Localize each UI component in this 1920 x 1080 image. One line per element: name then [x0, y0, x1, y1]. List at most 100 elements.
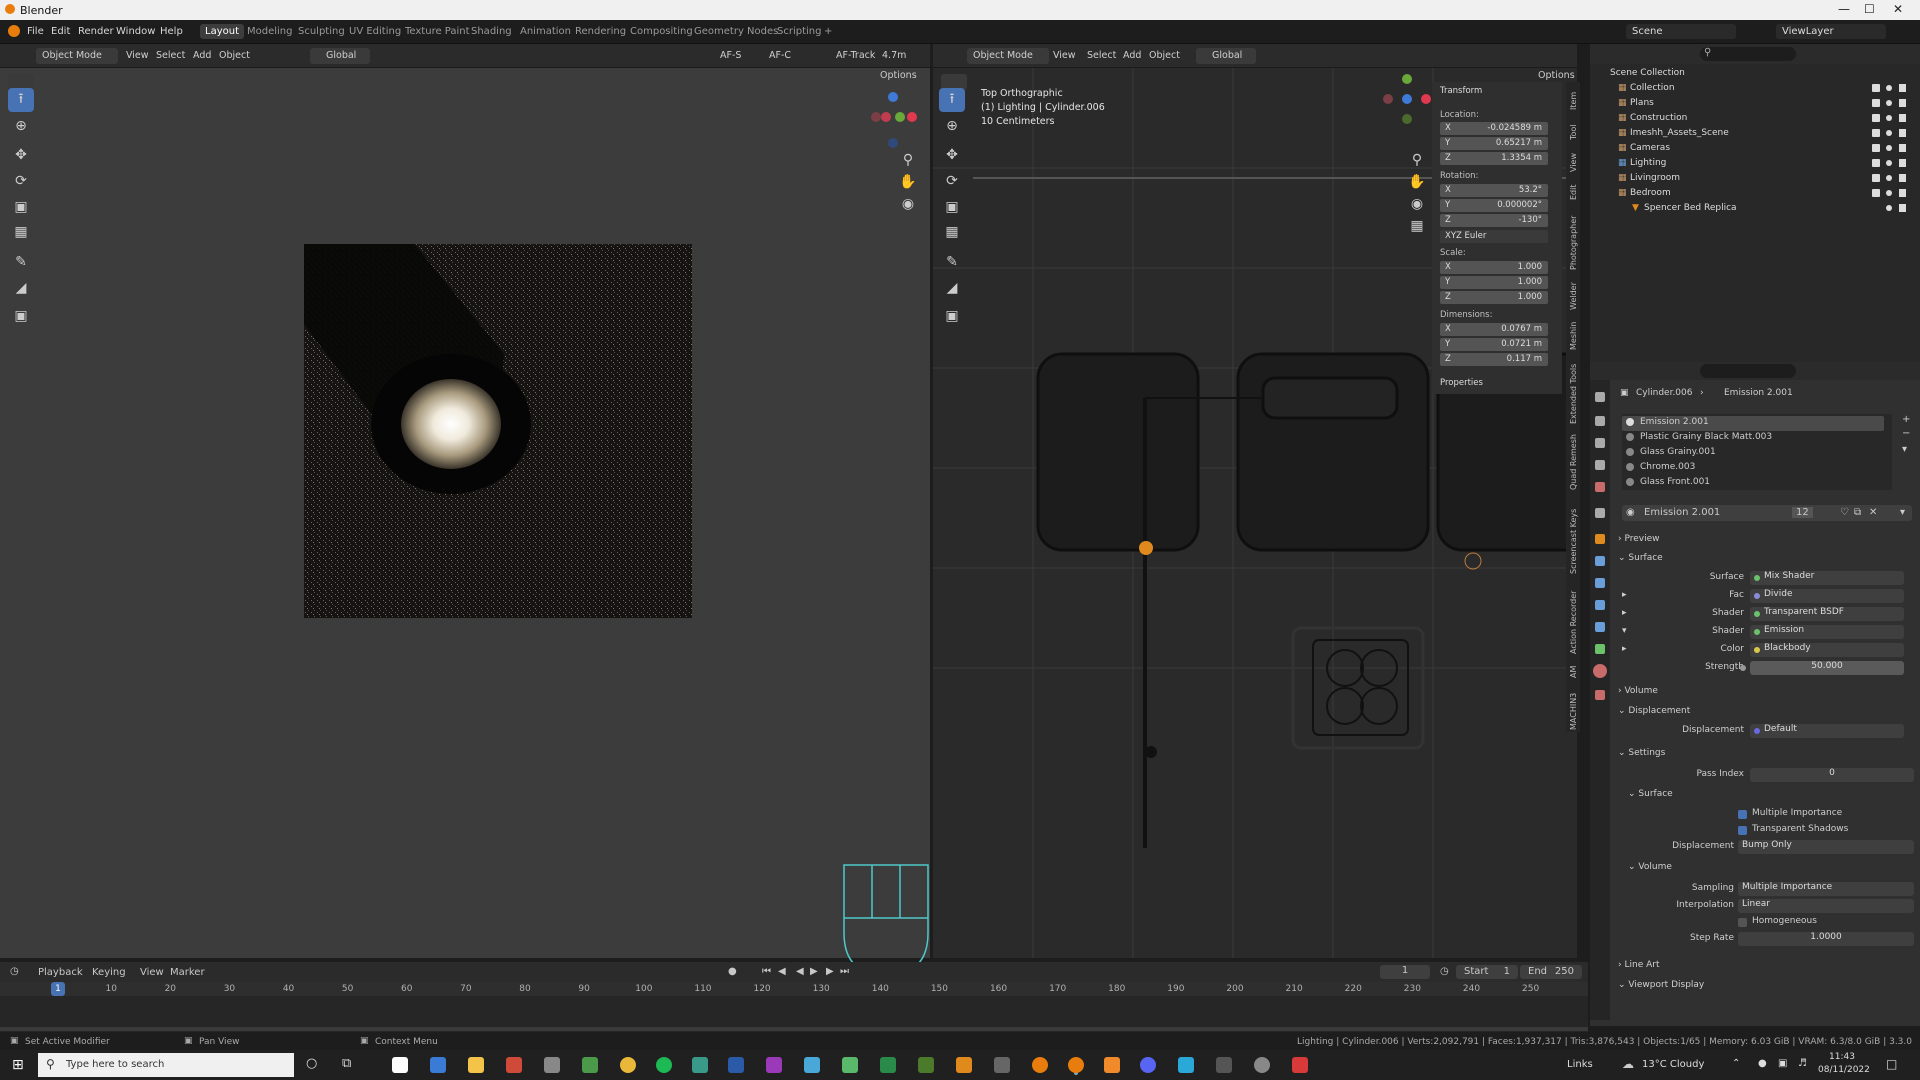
material-slot-4[interactable]: Glass Front.001	[1622, 476, 1884, 491]
gizmo-y-icon[interactable]	[895, 112, 905, 122]
tab-uv-editing[interactable]: UV Editing	[349, 26, 401, 37]
rotate-icon[interactable]: ⟳	[8, 169, 34, 193]
right-gizmo-y-icon[interactable]	[1402, 74, 1412, 84]
outliner-row-livingroom[interactable]: ▦ Livingroom	[1590, 171, 1920, 186]
network-icon[interactable]: ▣	[1778, 1058, 1787, 1069]
add-slot-icon[interactable]: +	[1902, 414, 1910, 425]
right-gizmo-x-neg-icon[interactable]	[1383, 94, 1393, 104]
outliner-row-lighting[interactable]: ▦ Lighting	[1590, 156, 1920, 171]
remove-slot-icon[interactable]: −	[1902, 428, 1910, 439]
material-name-field[interactable]: Emission 2.001	[1644, 507, 1720, 518]
cortana-icon[interactable]: ○	[306, 1056, 317, 1071]
outliner-row-bedroom[interactable]: ▦ Bedroom	[1590, 186, 1920, 201]
outliner-row-collection[interactable]: ▦ Collection	[1590, 81, 1920, 96]
tab-geometry-nodes[interactable]: Geometry Nodes	[694, 26, 778, 37]
scene-tab-icon[interactable]	[1595, 482, 1605, 492]
material-users-count[interactable]: 12	[1792, 507, 1813, 518]
store-app-icon[interactable]	[430, 1057, 446, 1073]
gizmo-z-neg-icon[interactable]	[888, 138, 898, 148]
taskbar-links[interactable]: Links	[1567, 1059, 1593, 1070]
af-s-toggle[interactable]: AF-S	[720, 50, 741, 61]
material-slot-list[interactable]: Emission 2.001 Plastic Grainy Black Matt…	[1622, 414, 1892, 490]
outliner-row-imeshh-assets[interactable]: ▦ Imeshh_Assets_Scene	[1590, 126, 1920, 141]
browse-material-icon[interactable]: ▾	[1900, 507, 1905, 518]
left-options-button[interactable]: Options	[880, 70, 917, 81]
displacement-panel-header[interactable]: ⌄ Displacement	[1618, 706, 1690, 716]
texture-tab-icon[interactable]	[1595, 690, 1605, 700]
play-icon[interactable]: ▶	[810, 966, 818, 977]
scale-y-field[interactable]: Y 1.000	[1440, 276, 1548, 289]
right-rotate-icon[interactable]: ⟳	[939, 169, 965, 193]
right-add-cube-icon[interactable]: ▣	[939, 304, 965, 328]
right-mode-dropdown[interactable]: Object Mode	[967, 48, 1049, 64]
outliner-visibility-toggles[interactable]	[1872, 82, 1912, 214]
color-expand-icon[interactable]: ▸	[1622, 644, 1627, 659]
stopwatch-icon[interactable]: ◷	[1440, 966, 1449, 977]
shader1-field[interactable]: Transparent BSDF	[1750, 607, 1904, 621]
right-measure-icon[interactable]: ◢	[939, 276, 965, 300]
app-icon-16[interactable]	[956, 1057, 972, 1073]
dimensions-x-field[interactable]: X 0.0767 m	[1440, 323, 1548, 336]
right-transform-icon[interactable]: ▦	[939, 220, 965, 244]
surface-panel-header[interactable]: ⌄ Surface	[1618, 553, 1663, 563]
transform-icon[interactable]: ▦	[8, 220, 34, 244]
chrome-icon[interactable]	[620, 1057, 636, 1073]
calculator-icon[interactable]	[582, 1057, 598, 1073]
gizmo-x-neg-icon[interactable]	[881, 112, 891, 122]
acrobat-icon[interactable]	[1292, 1057, 1308, 1073]
end-frame-field[interactable]: End 250	[1520, 965, 1582, 979]
line-art-panel-header[interactable]: › Line Art	[1618, 960, 1659, 970]
af-c-toggle[interactable]: AF-C	[769, 50, 791, 61]
gizmo-z-icon[interactable]	[888, 92, 898, 102]
right-camera-view-icon[interactable]: ◉	[1407, 194, 1427, 214]
right-gizmo-y-neg-icon[interactable]	[1402, 114, 1412, 124]
spotify-icon[interactable]	[656, 1057, 672, 1073]
jump-start-icon[interactable]: ⏮	[762, 966, 771, 977]
right-options-button[interactable]: Options	[1538, 70, 1575, 81]
visibility-eye-icons[interactable]	[1872, 82, 1912, 214]
menu-window[interactable]: Window	[116, 26, 155, 37]
file-explorer-icon[interactable]	[468, 1057, 484, 1073]
right-orientation-dropdown[interactable]: Global	[1196, 48, 1256, 64]
tab-sculpting[interactable]: Sculpting	[298, 26, 345, 37]
displacement-field[interactable]: Default	[1750, 724, 1904, 738]
step-rate-field[interactable]: 1.0000	[1738, 932, 1914, 946]
cursor-icon[interactable]: ⊕	[8, 114, 34, 138]
notion-app-icon[interactable]	[392, 1057, 408, 1073]
gizmo-x-icon[interactable]	[907, 112, 917, 122]
interpolation-dropdown[interactable]: Linear	[1738, 899, 1914, 913]
tab-scripting[interactable]: Scripting	[777, 26, 821, 37]
right-navigation-gizmo[interactable]	[1383, 74, 1433, 134]
app-icon-13[interactable]	[842, 1057, 858, 1073]
settings-surface-header[interactable]: ⌄ Surface	[1628, 789, 1673, 799]
color-field[interactable]: Blackbody	[1750, 643, 1904, 657]
tab-rendering[interactable]: Rendering	[575, 26, 626, 37]
app-icon-9[interactable]	[692, 1057, 708, 1073]
tab-compositing[interactable]: Compositing	[630, 26, 693, 37]
maximize-icon[interactable]: ☐	[1864, 2, 1875, 16]
affinity-icon[interactable]	[766, 1057, 782, 1073]
windows-start-icon[interactable]: ⊞	[12, 1057, 24, 1073]
location-z-field[interactable]: Z 1.3354 m	[1440, 152, 1548, 165]
menu-edit[interactable]: Edit	[51, 26, 70, 37]
timeline-menu-marker[interactable]: Marker	[170, 967, 205, 978]
fac-expand-icon[interactable]: ▸	[1622, 590, 1627, 605]
properties-subpanel[interactable]: Properties	[1440, 378, 1483, 388]
fake-user-icon[interactable]: ♡	[1840, 507, 1849, 518]
pass-index-field[interactable]: 0	[1750, 768, 1914, 782]
scale-z-field[interactable]: Z 1.000	[1440, 291, 1548, 304]
app-icon-12[interactable]	[804, 1057, 820, 1073]
shader2-field[interactable]: Emission	[1750, 625, 1904, 639]
clock-time[interactable]: 11:43	[1822, 1052, 1862, 1062]
blender-menu-icon[interactable]	[8, 25, 20, 37]
scene-selector[interactable]: Scene	[1626, 24, 1736, 39]
right-select-box-icon[interactable]: ⭱	[939, 88, 965, 112]
timeline-menu-view[interactable]: View	[140, 967, 164, 978]
right-menu-object[interactable]: Object	[1149, 50, 1180, 61]
material-slot-0[interactable]: Emission 2.001	[1622, 416, 1884, 431]
right-menu-select[interactable]: Select	[1087, 50, 1116, 61]
right-pan-hand-icon[interactable]: ✋	[1407, 172, 1427, 192]
app-icon-23[interactable]	[1216, 1057, 1232, 1073]
material-datablock[interactable]: ◉ Emission 2.001 12 ♡ ⧉ ✕	[1622, 505, 1912, 521]
rotation-z-field[interactable]: Z -130°	[1440, 214, 1548, 227]
